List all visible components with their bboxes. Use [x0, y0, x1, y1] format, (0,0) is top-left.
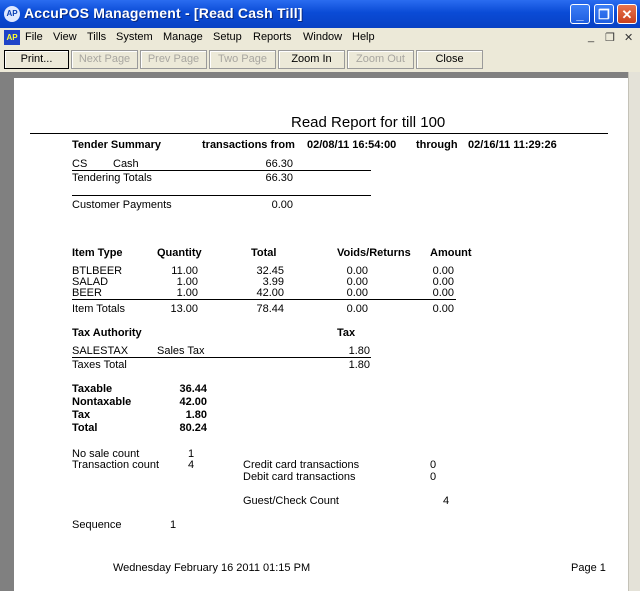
table-row-amount: 0.00: [432, 287, 454, 299]
page-number: Page 1: [571, 562, 606, 574]
table-row-qty: 1.00: [176, 287, 198, 299]
print-button[interactable]: Print...: [4, 50, 69, 69]
customer-divider: [72, 195, 371, 196]
prev-page-button[interactable]: Prev Page: [140, 50, 207, 69]
report-title: Read Report for till 100: [291, 114, 446, 131]
table-row-total: 42.00: [256, 287, 284, 299]
amount-header: Amount: [430, 247, 472, 259]
through-label: through: [416, 139, 458, 151]
item-totals-label: Item Totals: [72, 303, 125, 315]
report-footer-date: Wednesday February 16 2011 01:15 PM: [113, 562, 311, 574]
maximize-button[interactable]: ❐: [594, 4, 614, 24]
through-date: 02/16/11 11:29:26: [468, 139, 557, 151]
customer-payments-label: Customer Payments: [72, 199, 172, 211]
guest-check-count-label: Guest/Check Count: [243, 495, 339, 507]
item-type-header: Item Type: [72, 247, 123, 259]
minimize-button[interactable]: _: [570, 4, 590, 24]
zoom-in-button[interactable]: Zoom In: [278, 50, 345, 69]
tax-amount: 1.80: [348, 345, 370, 357]
mdi-minimize-icon[interactable]: _: [588, 31, 594, 43]
table-row-type: BEER: [72, 287, 102, 299]
table-row-voids: 0.00: [346, 287, 368, 299]
taxable-value: 36.44: [179, 383, 207, 395]
menu-bar: AP File View Tills System Manage Setup R…: [0, 28, 640, 49]
credit-card-value: 0: [430, 459, 437, 471]
item-totals-qty: 13.00: [170, 303, 198, 315]
items-divider: [72, 299, 456, 300]
nontaxable-label: Nontaxable: [72, 396, 132, 408]
vertical-scrollbar[interactable]: [628, 72, 640, 591]
total-summary-value: 80.24: [179, 422, 207, 434]
sequence-value: 1: [170, 519, 177, 531]
toolbar: Print... Next Page Prev Page Two Page Zo…: [0, 48, 640, 72]
transaction-count-label: Transaction count: [72, 459, 160, 471]
item-totals-amount: 0.00: [432, 303, 454, 315]
debit-card-value: 0: [430, 471, 437, 483]
item-totals-voids: 0.00: [346, 303, 368, 315]
close-window-button[interactable]: ✕: [617, 4, 637, 24]
tax-authority-header: Tax Authority: [72, 327, 142, 339]
item-totals-total: 78.44: [256, 303, 284, 315]
tender-divider: [72, 170, 371, 171]
transactions-from-label: transactions from: [202, 139, 295, 151]
tax-header: Tax: [337, 327, 356, 339]
tendering-totals-value: 66.30: [265, 172, 293, 184]
voids-returns-header: Voids/Returns: [337, 247, 411, 259]
menu-system[interactable]: System: [116, 31, 153, 43]
menu-setup[interactable]: Setup: [213, 31, 242, 43]
app-icon[interactable]: AP: [4, 6, 20, 22]
close-button[interactable]: Close: [416, 50, 483, 69]
title-divider: [30, 133, 608, 134]
total-header: Total: [251, 247, 277, 259]
two-page-button[interactable]: Two Page: [209, 50, 276, 69]
report-page: Read Report for till 100 Tender Summary …: [14, 78, 628, 591]
taxes-total-value: 1.80: [348, 359, 370, 371]
quantity-header: Quantity: [157, 247, 202, 259]
tender-cash-amount: 66.30: [265, 158, 293, 170]
menu-tills[interactable]: Tills: [87, 31, 106, 43]
guest-check-count-value: 4: [443, 495, 450, 507]
transaction-count-value: 4: [188, 459, 195, 471]
tax-authority-name: SALESTAX: [72, 345, 129, 357]
tax-description: Sales Tax: [157, 345, 205, 357]
tender-name: Cash: [113, 158, 139, 170]
tax-summary-label: Tax: [72, 409, 91, 421]
debit-card-label: Debit card transactions: [243, 471, 356, 483]
credit-card-label: Credit card transactions: [243, 459, 360, 471]
menu-reports[interactable]: Reports: [253, 31, 292, 43]
menu-help[interactable]: Help: [352, 31, 375, 43]
from-date: 02/08/11 16:54:00: [307, 139, 397, 151]
mdi-close-icon[interactable]: ✕: [624, 31, 633, 44]
tendering-totals-label: Tendering Totals: [72, 172, 152, 184]
tax-summary-value: 1.80: [185, 409, 207, 421]
window-title: AccuPOS Management - [Read Cash Till]: [24, 5, 303, 21]
taxes-total-label: Taxes Total: [72, 359, 127, 371]
tender-code: CS: [72, 158, 88, 170]
menu-view[interactable]: View: [53, 31, 77, 43]
menu-file[interactable]: File: [25, 31, 43, 43]
next-page-button[interactable]: Next Page: [71, 50, 138, 69]
sequence-label: Sequence: [72, 519, 122, 531]
mdi-restore-icon[interactable]: ❐: [605, 31, 615, 44]
customer-payments-value: 0.00: [271, 199, 293, 211]
taxable-label: Taxable: [72, 383, 113, 395]
total-summary-label: Total: [72, 422, 98, 434]
tender-summary-heading: Tender Summary: [72, 139, 162, 151]
zoom-out-button[interactable]: Zoom Out: [347, 50, 414, 69]
tax-divider: [72, 357, 371, 358]
title-bar[interactable]: AP AccuPOS Management - [Read Cash Till]…: [0, 0, 640, 28]
document-icon[interactable]: AP: [4, 30, 20, 45]
nontaxable-value: 42.00: [179, 396, 207, 408]
menu-manage[interactable]: Manage: [163, 31, 203, 43]
menu-window[interactable]: Window: [303, 31, 342, 43]
